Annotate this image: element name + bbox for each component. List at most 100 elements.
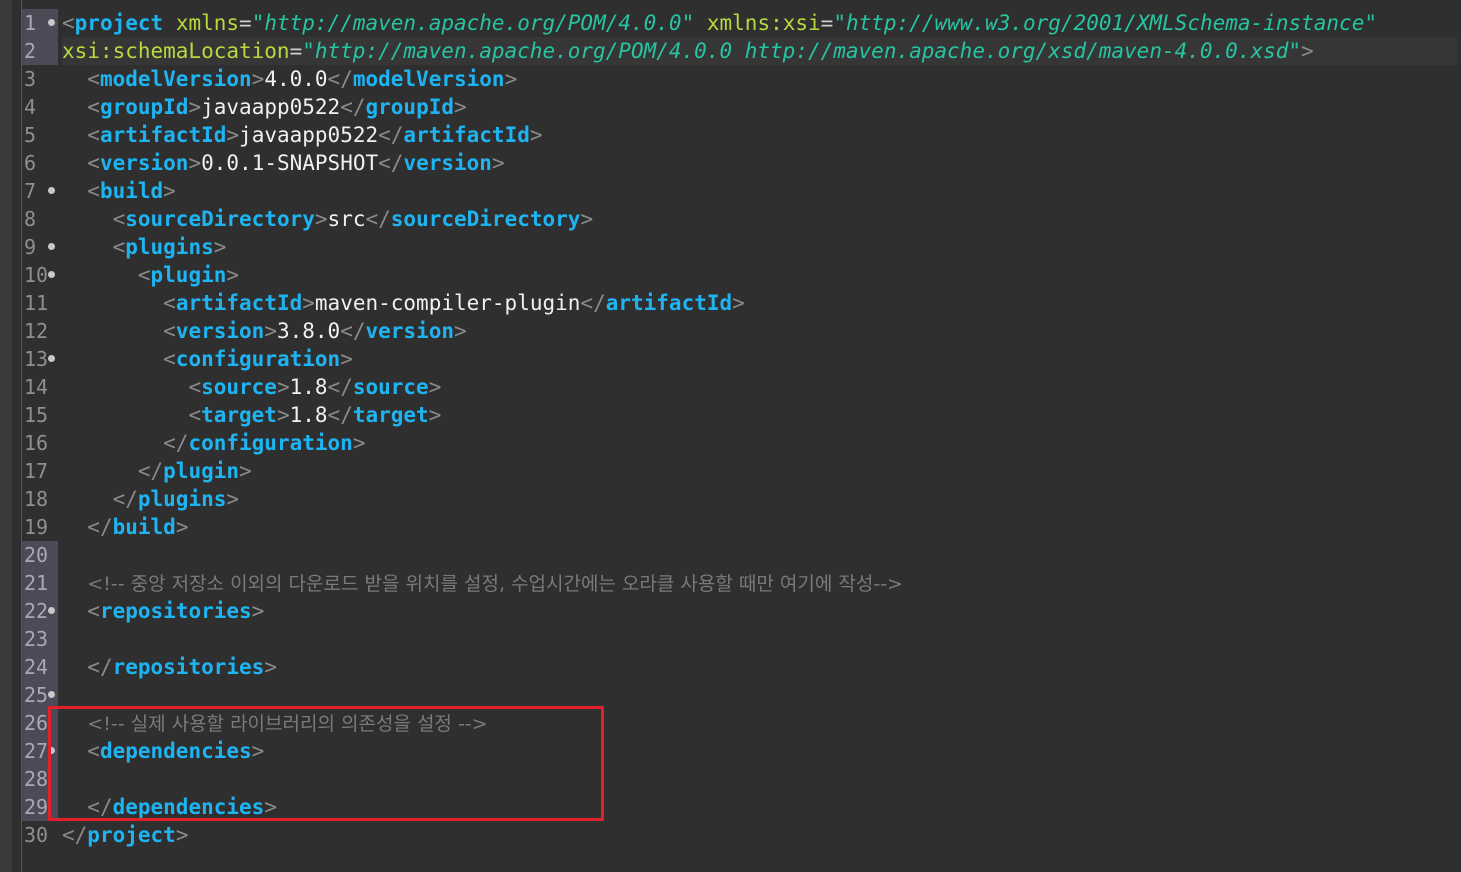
tag-bracket: </	[327, 67, 353, 91]
code-line[interactable]: <configuration>	[62, 345, 1457, 373]
tag-name: project	[87, 823, 176, 847]
tag-bracket: </	[340, 95, 366, 119]
code-line[interactable]: xsi:schemaLocation="http://maven.apache.…	[62, 37, 1457, 65]
code-line[interactable]: <project xmlns="http://maven.apache.org/…	[62, 9, 1457, 37]
xml-editor[interactable]: 1 2 3 4 5 6 7 8 9 10 11 12 13 14 15 16 17 18 19 20 21 22 23 24 2…	[0, 0, 1461, 872]
tag-bracket: >	[226, 263, 240, 287]
tag-name: version	[99, 151, 189, 175]
text-content: 1.8	[289, 403, 328, 427]
code-line[interactable]: </build>	[62, 513, 1457, 541]
code-line[interactable]: </plugins>	[62, 485, 1457, 513]
code-line[interactable]: <source>1.8</source>	[62, 373, 1457, 401]
code-line[interactable]: </repositories>	[62, 653, 1457, 681]
tag-name: target	[201, 403, 277, 427]
line-number-text: 10	[24, 263, 49, 287]
line-number: 26	[22, 709, 58, 737]
fold-toggle-icon[interactable]	[48, 607, 55, 614]
code-line[interactable]: <dependencies>	[62, 737, 1457, 765]
text-content: javaapp0522	[239, 123, 379, 147]
code-line[interactable]: <modelVersion>4.0.0</modelVersion>	[62, 65, 1457, 93]
code-line[interactable]: <plugin>	[62, 261, 1457, 289]
code-line[interactable]: <repositories>	[62, 597, 1457, 625]
tag-bracket: >	[276, 403, 290, 427]
tag-name: configuration	[175, 347, 341, 371]
line-number: 22	[22, 597, 58, 625]
fold-toggle-icon[interactable]	[48, 747, 55, 754]
line-number-gutter[interactable]: 1 2 3 4 5 6 7 8 9 10 11 12 13 14 15 16 17 18 19 20 21 22 23 24 2…	[22, 9, 58, 849]
tag-bracket: >	[239, 459, 252, 483]
code-line[interactable]	[62, 625, 1457, 653]
line-number: 9	[22, 233, 58, 261]
code-line[interactable]: <!-- 중앙 저장소 이외의 다운로드 받을 위치를 설정, 수업시간에는 오…	[62, 569, 1457, 597]
tag-bracket: </	[62, 823, 88, 847]
code-line[interactable]: </configuration>	[62, 429, 1457, 457]
tag-bracket: >	[428, 375, 442, 399]
tag-bracket: <	[188, 403, 202, 427]
line-number-text: 4	[24, 95, 37, 119]
tag-bracket: >	[314, 207, 328, 231]
code-line[interactable]: <artifactId>maven-compiler-plugin</artif…	[62, 289, 1457, 317]
line-number: 21	[22, 569, 58, 597]
code-area[interactable]: <project xmlns="http://maven.apache.org/…	[62, 9, 1457, 849]
tag-name: plugin	[150, 263, 227, 287]
tag-bracket: >	[352, 431, 366, 455]
code-line[interactable]	[62, 681, 1457, 709]
fold-toggle-icon[interactable]	[48, 355, 55, 362]
tag-bracket: >	[529, 123, 543, 147]
code-line[interactable]: <artifactId>javaapp0522</artifactId>	[62, 121, 1457, 149]
tag-bracket: >	[163, 179, 176, 203]
code-line[interactable]	[62, 765, 1457, 793]
code-line[interactable]	[62, 541, 1457, 569]
tag-bracket: >	[213, 235, 227, 259]
code-line[interactable]: <version>3.8.0</version>	[62, 317, 1457, 345]
equals-sign: =	[289, 39, 303, 63]
tag-bracket: <	[87, 151, 100, 175]
line-number: 18	[22, 485, 58, 513]
text-content	[62, 207, 113, 231]
text-content: 1.8	[289, 375, 328, 399]
code-line[interactable]: </plugin>	[62, 457, 1457, 485]
line-number-text: 18	[24, 487, 49, 511]
code-line[interactable]: <!-- 실제 사용할 라이브러리의 의존성을 설정 -->	[62, 709, 1457, 737]
code-line[interactable]: <groupId>javaapp0522</groupId>	[62, 93, 1457, 121]
fold-toggle-icon[interactable]	[48, 271, 55, 278]
tag-name: artifactId	[175, 291, 303, 315]
line-number: 10	[22, 261, 58, 289]
tag-bracket: >	[226, 123, 240, 147]
text-content	[62, 151, 87, 175]
tag-bracket: </	[87, 795, 113, 819]
tag-name: target	[352, 403, 429, 427]
line-number: 5	[22, 121, 58, 149]
fold-toggle-icon[interactable]	[48, 691, 55, 698]
code-line[interactable]: <plugins>	[62, 233, 1457, 261]
text-content	[163, 11, 176, 35]
code-line[interactable]: <build>	[62, 177, 1457, 205]
text-content	[62, 291, 163, 315]
line-number-text: 14	[24, 375, 49, 399]
fold-toggle-icon[interactable]	[48, 187, 55, 194]
code-line[interactable]: <sourceDirectory>src</sourceDirectory>	[62, 205, 1457, 233]
tag-name: source	[352, 375, 429, 399]
fold-toggle-icon[interactable]	[48, 19, 55, 26]
code-line[interactable]: </dependencies>	[62, 793, 1457, 821]
code-line[interactable]: </project>	[62, 821, 1457, 849]
line-number-text: 12	[24, 319, 49, 343]
tag-bracket: <	[87, 599, 100, 623]
xml-comment: <!-- 중앙 저장소 이외의 다운로드 받을 위치를 설정, 수업시간에는 오…	[87, 573, 903, 595]
text-content	[62, 487, 113, 511]
code-line[interactable]: <target>1.8</target>	[62, 401, 1457, 429]
fold-toggle-icon[interactable]	[48, 243, 55, 250]
tag-bracket: >	[732, 291, 745, 315]
tag-name: version	[403, 151, 492, 175]
line-number: 6	[22, 149, 58, 177]
code-line[interactable]: <version>0.0.1-SNAPSHOT</version>	[62, 149, 1457, 177]
line-number-text: 28	[24, 767, 49, 791]
tag-bracket: <	[163, 291, 176, 315]
line-number-text: 3	[24, 67, 37, 91]
tag-bracket: <	[188, 375, 202, 399]
text-content	[694, 11, 707, 35]
tag-bracket: >	[251, 739, 265, 763]
tag-bracket: </	[87, 515, 113, 539]
line-number-text: 21	[24, 571, 49, 595]
tag-bracket: >	[1301, 39, 1314, 63]
